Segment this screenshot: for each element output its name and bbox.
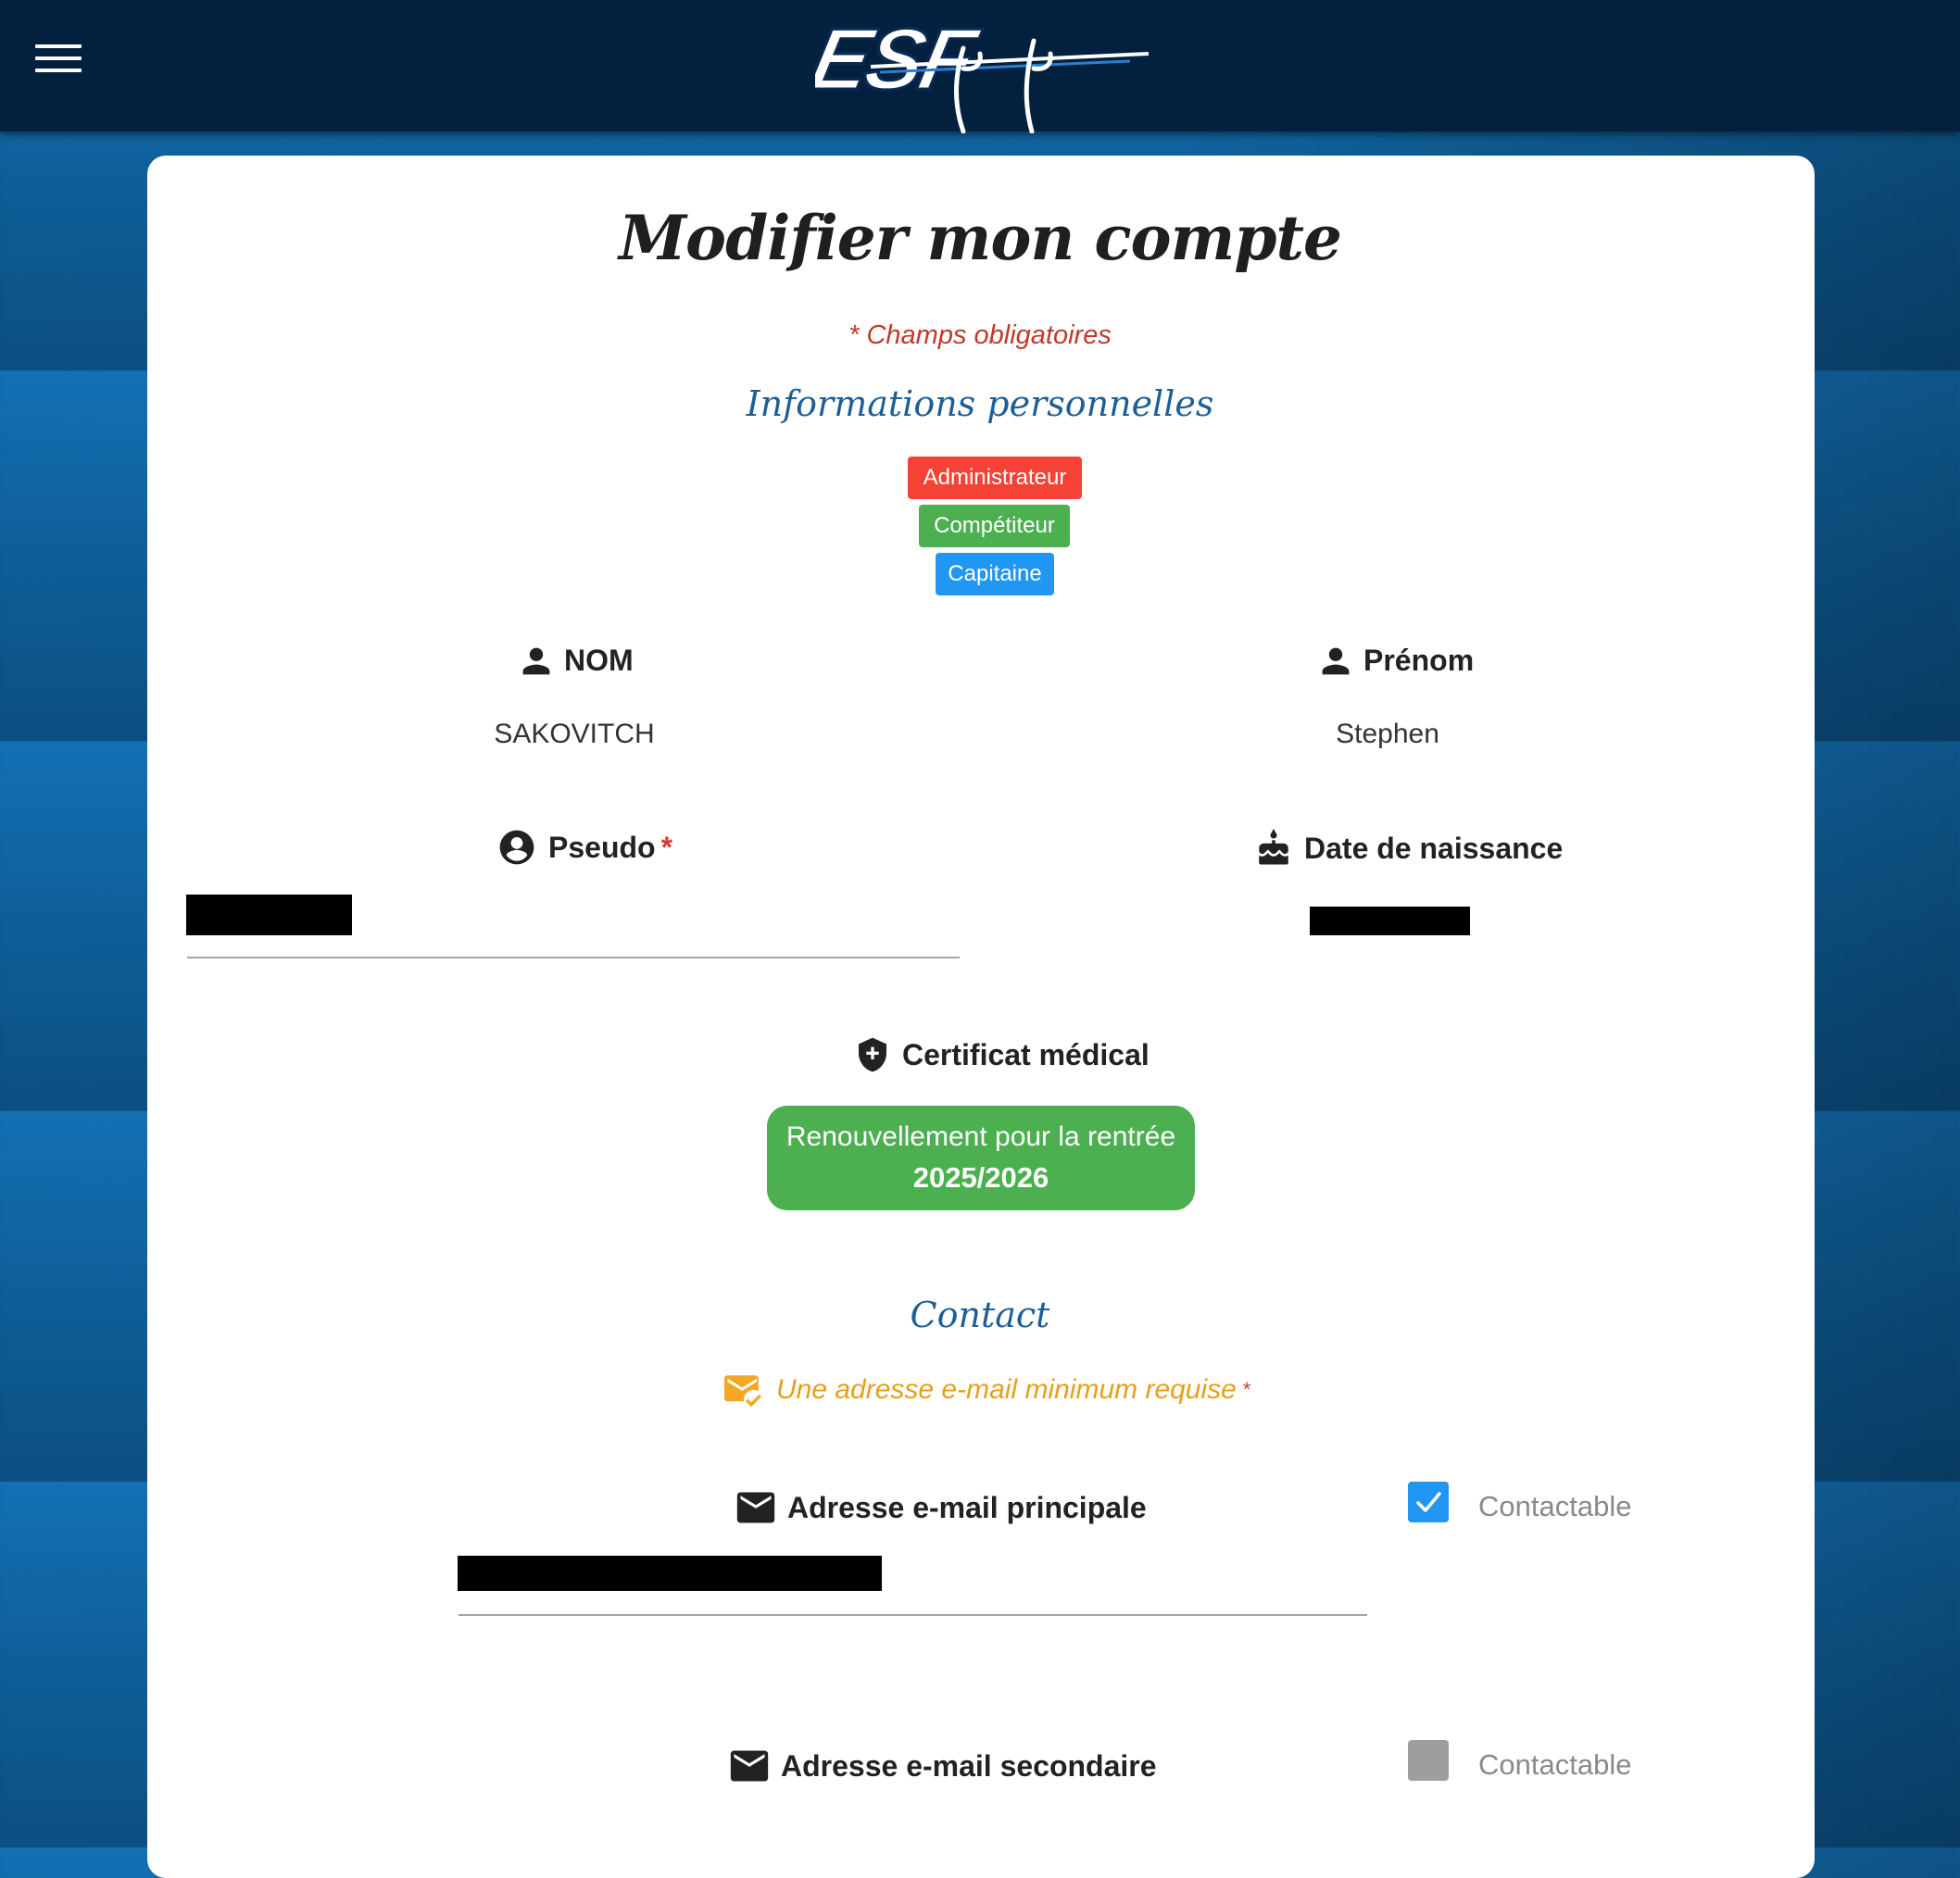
section-title-contact: Contact [910, 1295, 1050, 1335]
secondary-contactable-checkbox[interactable] [1408, 1740, 1449, 1781]
birthdate-value-redacted[interactable] [1310, 907, 1470, 935]
person-icon [1322, 647, 1350, 674]
pseudo-input-redacted[interactable] [186, 895, 352, 935]
email-requirement-note: Une adresse e-mail minimum requise * [722, 1371, 1250, 1409]
pseudo-label: Pseudo * [496, 827, 672, 868]
primary-email-underline [459, 1614, 1367, 1616]
account-circle-icon [499, 830, 534, 865]
nom-label: NOM [520, 644, 634, 678]
birthdate-label: Date de naissance [1254, 827, 1563, 870]
pseudo-label-text: Pseudo [548, 830, 656, 864]
certificate-label-text: Certificat médical [902, 1037, 1150, 1071]
primary-email-input-redacted[interactable] [458, 1556, 882, 1591]
envelope-icon [736, 1492, 775, 1523]
envelope-icon [730, 1750, 769, 1782]
nom-label-text: NOM [564, 644, 634, 677]
section-title-personal: Informations personnelles [746, 383, 1214, 424]
certificate-label: Certificat médical [854, 1033, 1150, 1076]
mail-check-icon [724, 1375, 762, 1408]
person-icon [522, 647, 550, 674]
certificate-renewal-button[interactable]: Renouvellement pour la rentrée 2025/2026 [767, 1106, 1195, 1210]
badge-capitaine: Capitaine [936, 553, 1054, 595]
primary-email-label: Adresse e-mail principale [735, 1490, 1147, 1525]
badge-competiteur: Compétiteur [919, 505, 1070, 547]
hamburger-menu-icon[interactable] [35, 44, 82, 78]
badge-administrateur: Administrateur [908, 457, 1082, 499]
email-note-text: Une adresse e-mail minimum requise [776, 1374, 1237, 1405]
prenom-label: Prénom [1319, 644, 1474, 678]
checkmark-icon [1416, 1492, 1441, 1512]
secondary-email-label: Adresse e-mail secondaire [729, 1748, 1157, 1784]
required-fields-note: * Champs obligatoires [848, 320, 1112, 350]
required-star: * [1241, 1378, 1250, 1401]
pseudo-input-underline [187, 957, 960, 958]
page-title: Modifier mon compte [619, 202, 1342, 274]
prenom-label-text: Prénom [1363, 644, 1475, 677]
primary-email-label-text: Adresse e-mail principale [787, 1490, 1147, 1524]
top-header: ESF [0, 0, 1960, 133]
primary-contactable-label: Contactable [1478, 1490, 1632, 1522]
primary-contactable-checkbox[interactable] [1408, 1482, 1449, 1522]
certificate-button-line2: 2025/2026 [912, 1161, 1049, 1194]
esf-logo[interactable]: ESF [815, 13, 1149, 133]
prenom-value: Stephen [1336, 719, 1439, 749]
birthdate-label-text: Date de naissance [1304, 831, 1564, 865]
shield-plus-icon [859, 1037, 886, 1072]
secondary-email-label-text: Adresse e-mail secondaire [781, 1748, 1157, 1783]
required-star: * [660, 830, 673, 864]
certificate-button-line1: Renouvellement pour la rentrée [785, 1121, 1176, 1152]
secondary-contactable-label: Contactable [1478, 1748, 1632, 1781]
nom-value: SAKOVITCH [494, 719, 655, 749]
cake-icon [1259, 829, 1288, 865]
